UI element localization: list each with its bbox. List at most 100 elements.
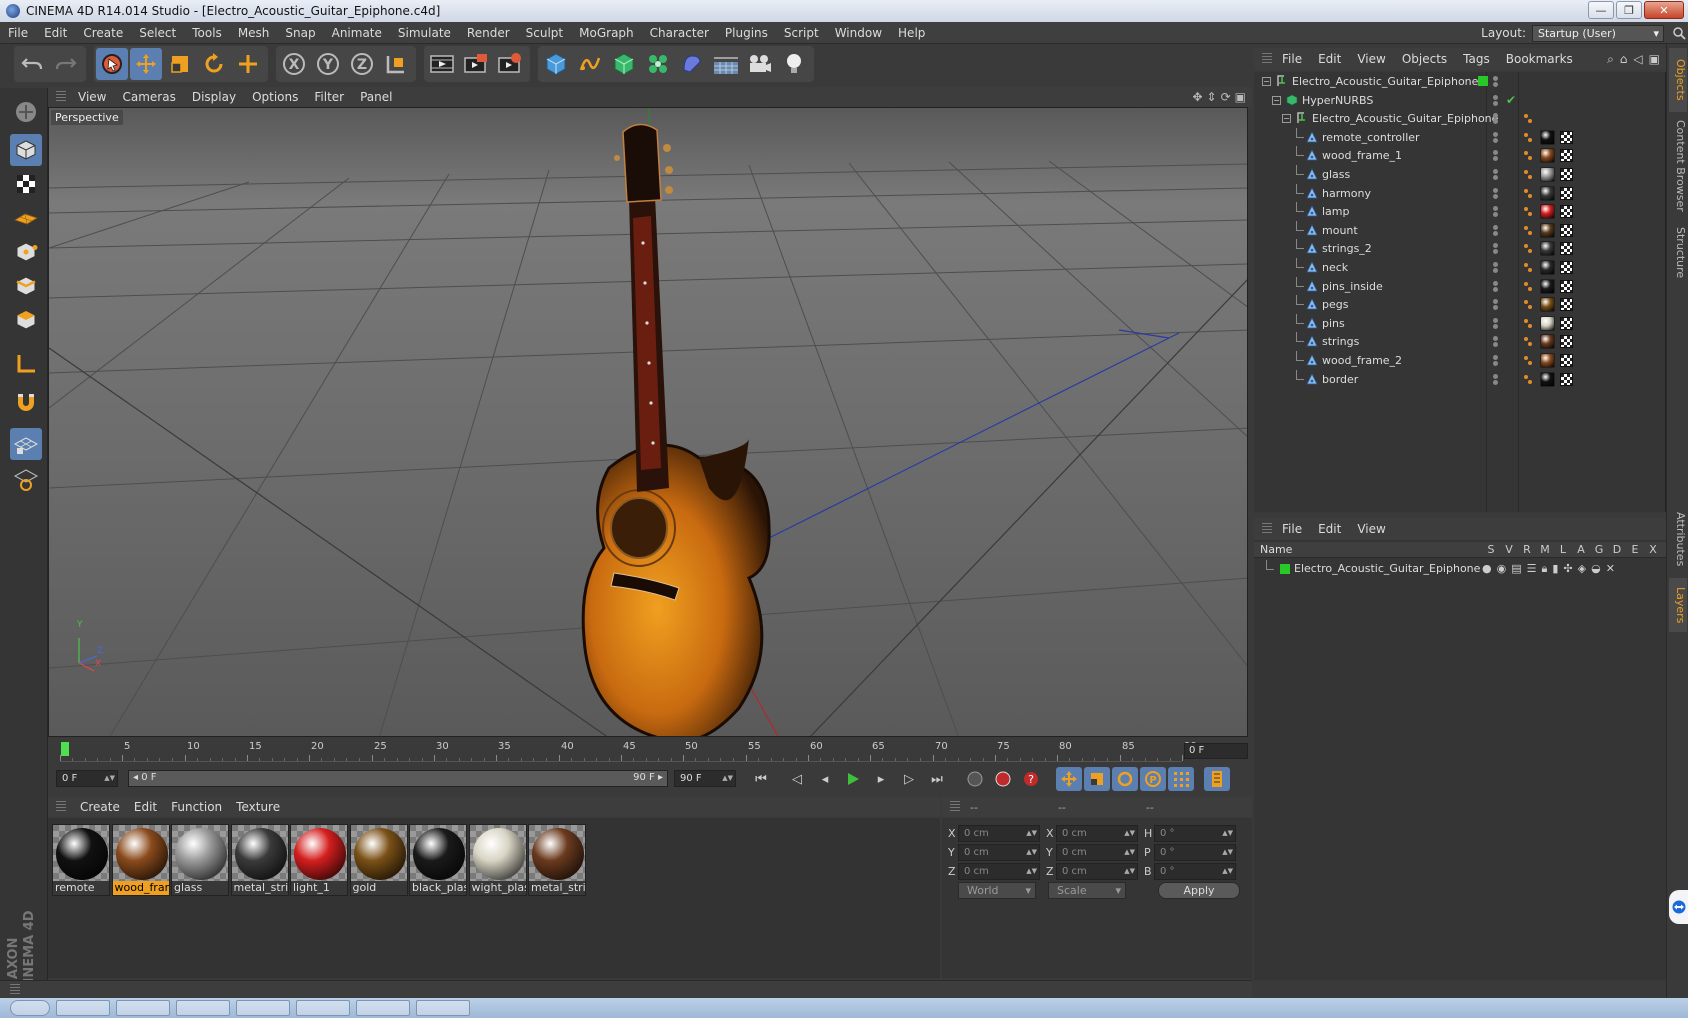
- render-icon[interactable]: ▤: [1511, 562, 1521, 576]
- coordinate-system-icon[interactable]: [380, 48, 412, 80]
- light-bulb-icon[interactable]: [778, 48, 810, 80]
- visibility-dots-icon[interactable]: [1492, 76, 1500, 88]
- viewport-menu-options[interactable]: Options: [252, 90, 298, 104]
- points-mode-icon[interactable]: [10, 236, 42, 268]
- menu-snap[interactable]: Snap: [277, 26, 323, 40]
- phong-tag-icon[interactable]: [1524, 354, 1534, 368]
- eye-icon[interactable]: ◉: [1497, 562, 1507, 576]
- object-row[interactable]: strings_2: [1254, 239, 1666, 259]
- object-row[interactable]: harmony: [1254, 183, 1666, 204]
- polygons-mode-icon[interactable]: [10, 304, 42, 336]
- live-selection-icon[interactable]: [96, 48, 128, 80]
- viewport-menu-panel[interactable]: Panel: [360, 90, 392, 104]
- generator-icon[interactable]: ✣: [1563, 562, 1572, 576]
- phong-tag-icon[interactable]: [1524, 205, 1534, 219]
- panel-grip[interactable]: [1262, 53, 1272, 65]
- visibility-dots-icon[interactable]: [1492, 94, 1500, 107]
- back-icon[interactable]: ◁: [1633, 52, 1642, 67]
- zoom-view-icon[interactable]: ⇕: [1207, 90, 1217, 104]
- y-axis-lock-icon[interactable]: Y: [312, 48, 344, 80]
- previous-key-icon[interactable]: ◁: [784, 767, 810, 791]
- visibility-dots-icon[interactable]: [1492, 224, 1500, 237]
- teamviewer-icon[interactable]: [1669, 890, 1688, 924]
- spline-pen-icon[interactable]: [574, 48, 606, 80]
- object-row[interactable]: mount: [1254, 220, 1666, 241]
- panel-grip[interactable]: [56, 801, 66, 813]
- object-row[interactable]: lamp: [1254, 202, 1666, 222]
- search-icon[interactable]: ⌕: [1607, 52, 1614, 67]
- position-x-field[interactable]: 0 cm ▲▼: [958, 824, 1040, 842]
- menu-mograph[interactable]: MoGraph: [571, 26, 642, 40]
- tree-collapse-icon[interactable]: −: [1262, 77, 1271, 86]
- magnet-snap-icon[interactable]: [10, 386, 42, 418]
- object-name[interactable]: remote_controller: [1322, 131, 1420, 144]
- frame-range-slider[interactable]: ◂ 0 F 90 F ▸: [128, 770, 668, 787]
- start-frame-field[interactable]: 0 F ▲▼: [56, 770, 118, 787]
- menu-character[interactable]: Character: [642, 26, 717, 40]
- material-tag-icon[interactable]: [1540, 204, 1555, 220]
- object-menu-file[interactable]: File: [1282, 52, 1302, 66]
- render-picture-viewer-icon[interactable]: [460, 48, 492, 80]
- taskbar-item[interactable]: [356, 1000, 410, 1016]
- viewport-menu-cameras[interactable]: Cameras: [122, 90, 175, 104]
- layer-col-manager[interactable]: M: [1536, 543, 1554, 556]
- object-name[interactable]: border: [1322, 373, 1358, 386]
- object-name[interactable]: pins_inside: [1322, 280, 1383, 293]
- material-tag-icon[interactable]: [1540, 315, 1555, 331]
- layer-col-locked[interactable]: L: [1554, 543, 1572, 556]
- menu-file[interactable]: File: [0, 26, 36, 40]
- tree-collapse-icon[interactable]: −: [1282, 114, 1291, 124]
- material-tag-icon[interactable]: [1540, 353, 1555, 368]
- visibility-dots-icon[interactable]: [1492, 355, 1500, 367]
- visibility-dots-icon[interactable]: [1492, 317, 1500, 330]
- layer-menu-view[interactable]: View: [1357, 522, 1385, 536]
- move-icon[interactable]: [130, 48, 162, 80]
- panel-grip[interactable]: [1262, 523, 1272, 535]
- panel-grip[interactable]: [950, 801, 960, 813]
- visibility-dots-icon[interactable]: [1492, 336, 1500, 348]
- menu-script[interactable]: Script: [776, 26, 827, 40]
- object-row[interactable]: wood_frame_1: [1254, 146, 1666, 166]
- menu-tools[interactable]: Tools: [184, 26, 230, 40]
- object-name[interactable]: mount: [1322, 224, 1358, 237]
- material-tag-icon[interactable]: [1540, 167, 1555, 182]
- uvw-tag-icon[interactable]: [1560, 298, 1573, 312]
- layer-color-swatch[interactable]: [1478, 76, 1488, 86]
- layer-col-solo[interactable]: S: [1482, 543, 1500, 556]
- object-name[interactable]: pegs: [1322, 298, 1348, 311]
- uvw-tag-icon[interactable]: [1560, 372, 1573, 386]
- phong-tag-icon[interactable]: [1524, 187, 1534, 201]
- object-name[interactable]: Electro_Acoustic_Guitar_Epiphone: [1312, 112, 1498, 125]
- visibility-dots-icon[interactable]: [1492, 113, 1500, 125]
- end-frame-field[interactable]: 90 F ▲▼: [674, 770, 736, 787]
- object-menu-tags[interactable]: Tags: [1463, 52, 1490, 66]
- position-z-field[interactable]: 0 cm ▲▼: [958, 862, 1040, 880]
- visibility-dots-icon[interactable]: [1492, 131, 1500, 144]
- deformer-icon[interactable]: [676, 48, 708, 80]
- layer-col-expressions[interactable]: E: [1626, 543, 1644, 556]
- add-transform-icon[interactable]: [232, 48, 264, 80]
- visibility-dots-icon[interactable]: [1492, 299, 1500, 311]
- tab-structure[interactable]: Structure: [1669, 220, 1687, 286]
- pan-view-icon[interactable]: ✥: [1192, 90, 1202, 104]
- object-row[interactable]: strings: [1254, 332, 1666, 352]
- deformer-icon[interactable]: ◈: [1578, 562, 1586, 576]
- uvw-tag-icon[interactable]: [1560, 335, 1573, 349]
- camera-icon[interactable]: [744, 48, 776, 80]
- rotation-h-field[interactable]: 0 ° ▲▼: [1154, 824, 1236, 842]
- size-x-field[interactable]: 0 cm ▲▼: [1056, 824, 1138, 842]
- object-name[interactable]: Electro_Acoustic_Guitar_Epiphone: [1292, 75, 1478, 88]
- object-row[interactable]: pins_inside: [1254, 276, 1666, 297]
- key-point-level-icon[interactable]: [1168, 767, 1194, 791]
- floor-scene-icon[interactable]: [710, 48, 742, 80]
- phong-tag-icon[interactable]: [1524, 280, 1534, 294]
- object-name[interactable]: wood_frame_1: [1322, 149, 1402, 162]
- redo-icon[interactable]: [50, 48, 82, 80]
- material-tag-icon[interactable]: [1540, 371, 1555, 387]
- material-tag-icon[interactable]: [1540, 260, 1555, 275]
- material-thumbnail[interactable]: metal_strin: [230, 824, 289, 896]
- model-mode-icon[interactable]: [10, 134, 42, 166]
- animation-icon[interactable]: ▮: [1552, 562, 1558, 576]
- object-row[interactable]: wood_frame_2: [1254, 351, 1666, 371]
- uvw-tag-icon[interactable]: [1560, 354, 1573, 367]
